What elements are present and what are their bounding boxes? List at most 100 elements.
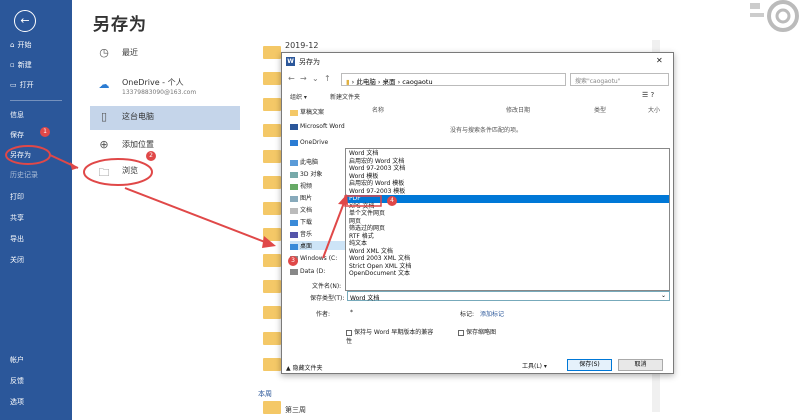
tree-item[interactable]: 此电脑 (290, 157, 318, 166)
folder-icon[interactable] (263, 98, 281, 111)
nav-open[interactable]: ▭ 打开 (10, 80, 34, 90)
filetype-option[interactable]: 筛选过的网页 (346, 225, 669, 233)
tree-item[interactable]: 3D 对象 (290, 169, 322, 178)
folder-icon[interactable] (263, 46, 281, 59)
filetype-option[interactable]: OpenDocument 文本 (346, 270, 669, 278)
forward-arrow-icon[interactable]: → (300, 74, 307, 83)
tree-item-selected[interactable]: 桌面 (290, 241, 346, 250)
search-input[interactable]: 搜索"caogaotu" (570, 73, 669, 86)
filetype-select[interactable]: Word 文档 ⌄ (347, 291, 670, 302)
tree-item[interactable]: 音乐 (290, 229, 312, 238)
nav-new[interactable]: ▫ 新建 (10, 60, 32, 70)
filetype-option[interactable]: RTF 格式 (346, 233, 669, 241)
folder-icon[interactable] (263, 176, 281, 189)
back-arrow-icon[interactable]: ← (288, 74, 295, 83)
view-options-icon[interactable]: ☰ ? (642, 91, 654, 99)
address-bar[interactable]: ▮ › 此电脑 › 桌面 › caogaotu (341, 73, 566, 86)
filetype-option[interactable]: 单个文件网页 (346, 210, 669, 218)
location-browse[interactable]: 🗀 浏览 (90, 160, 240, 184)
nav-saveas[interactable]: 另存为 (10, 150, 31, 160)
breadcrumb-item[interactable]: 此电脑 (356, 78, 376, 86)
author-value[interactable]: * (350, 309, 353, 316)
nav-history[interactable]: 历史记录 (10, 170, 38, 180)
folder-icon[interactable] (263, 401, 281, 414)
nav-save[interactable]: 保存 (10, 130, 24, 140)
compat-checkbox[interactable]: 保持与 Word 早期版本的兼容性 (346, 327, 436, 345)
column-header-modified[interactable]: 修改日期 (506, 105, 530, 114)
column-header-type[interactable]: 类型 (594, 105, 606, 114)
folder-icon[interactable] (263, 332, 281, 345)
location-this-pc[interactable]: ▯ 这台电脑 (90, 106, 240, 130)
filetype-option[interactable]: Word 文档 (346, 150, 669, 158)
location-onedrive[interactable]: ☁ OneDrive - 个人 13379883090@163.com (90, 74, 240, 102)
back-arrow-icon[interactable]: ← (14, 10, 36, 32)
tree-item[interactable]: 图片 (290, 193, 312, 202)
tree-item[interactable]: Microsoft Word (290, 123, 345, 130)
folder-icon[interactable] (263, 72, 281, 85)
nav-account[interactable]: 帐户 (10, 355, 24, 365)
folder-open-icon: ▭ (10, 81, 17, 89)
tree-item[interactable]: 文档 (290, 205, 312, 214)
nav-share[interactable]: 共享 (10, 213, 24, 223)
tree-item[interactable]: 视频 (290, 181, 312, 190)
folder-icon[interactable] (263, 124, 281, 137)
arrow-line (124, 187, 271, 245)
save-button[interactable]: 保存(S) (567, 359, 612, 371)
tools-menu[interactable]: 工具(L) ▾ (522, 361, 547, 370)
breadcrumb-item[interactable]: caogaotu (402, 78, 432, 86)
filetype-option[interactable]: Word 97-2003 文档 (346, 165, 669, 173)
filetype-option[interactable]: 网页 (346, 218, 669, 226)
filetype-option[interactable]: 启用宏的 Word 文档 (346, 158, 669, 166)
tree-label: 音乐 (300, 231, 313, 238)
folder-icon[interactable] (263, 280, 281, 293)
nav-home[interactable]: ⌂ 开始 (10, 40, 31, 50)
folder-icon[interactable] (263, 254, 281, 267)
location-recent[interactable]: ◷ 最近 (90, 42, 240, 66)
chevron-down-icon[interactable]: ⌄ (312, 74, 319, 83)
filetype-option[interactable]: Word XML 文档 (346, 248, 669, 256)
tree-item[interactable]: 下载 (290, 217, 312, 226)
tree-item[interactable]: 草稿文案 (290, 107, 324, 116)
folder-icon[interactable] (263, 150, 281, 163)
author-label: 作者: (316, 311, 331, 318)
cancel-button[interactable]: 取消 (618, 359, 663, 371)
filetype-option[interactable]: Word 模板 (346, 173, 669, 181)
folder-icon[interactable] (263, 202, 281, 215)
save-as-dialog: W 另存为 ✕ ← → ⌄ ↑ ▮ › 此电脑 › 桌面 › caogaotu … (281, 52, 674, 374)
nav-feedback[interactable]: 反馈 (10, 376, 24, 386)
folder-icon (290, 109, 298, 116)
tree-label: Windows (C: (300, 255, 338, 262)
filetype-option[interactable]: 启用宏的 Word 模板 (346, 180, 669, 188)
organize-menu[interactable]: 组织 ▾ (290, 92, 307, 101)
up-arrow-icon[interactable]: ↑ (324, 74, 331, 83)
tree-label: 草稿文案 (300, 109, 325, 116)
new-folder-button[interactable]: 新建文件夹 (330, 92, 360, 101)
tree-item[interactable]: OneDrive (290, 139, 328, 146)
folder-icon: ▮ (346, 78, 350, 86)
nav-options[interactable]: 选项 (10, 397, 24, 407)
tags-input[interactable]: 添加标记 (480, 309, 504, 318)
filetype-option[interactable]: Word 2003 XML 文档 (346, 255, 669, 263)
nav-print[interactable]: 打印 (10, 192, 24, 202)
filetype-option[interactable]: Word 97-2003 模板 (346, 188, 669, 196)
nav-export[interactable]: 导出 (10, 234, 24, 244)
location-add-place[interactable]: ⊕ 添加位置 (90, 134, 240, 158)
nav-info[interactable]: 信息 (10, 110, 24, 120)
hide-folders-toggle[interactable]: ▲ 隐藏文件夹 (286, 363, 323, 372)
filetype-option[interactable]: 纯文本 (346, 240, 669, 248)
breadcrumb-item[interactable]: 桌面 (383, 78, 396, 86)
tree-item[interactable]: Data (D: (290, 268, 325, 275)
location-label: 浏览 (122, 166, 138, 175)
folder-icon[interactable] (263, 228, 281, 241)
close-icon[interactable]: ✕ (656, 56, 663, 65)
folder-icon[interactable] (263, 306, 281, 319)
nav-close[interactable]: 关闭 (10, 255, 24, 265)
tree-label: 下载 (300, 219, 313, 226)
thumbnail-checkbox[interactable]: 保存缩略图 (458, 327, 496, 336)
tree-label: Microsoft Word (300, 123, 345, 130)
checkbox-label: 保存缩略图 (466, 329, 497, 336)
folder-icon[interactable] (263, 358, 281, 371)
column-header-size[interactable]: 大小 (648, 105, 660, 114)
filetype-option[interactable]: Strict Open XML 文档 (346, 263, 669, 271)
column-header-name[interactable]: 名称 (372, 105, 384, 114)
